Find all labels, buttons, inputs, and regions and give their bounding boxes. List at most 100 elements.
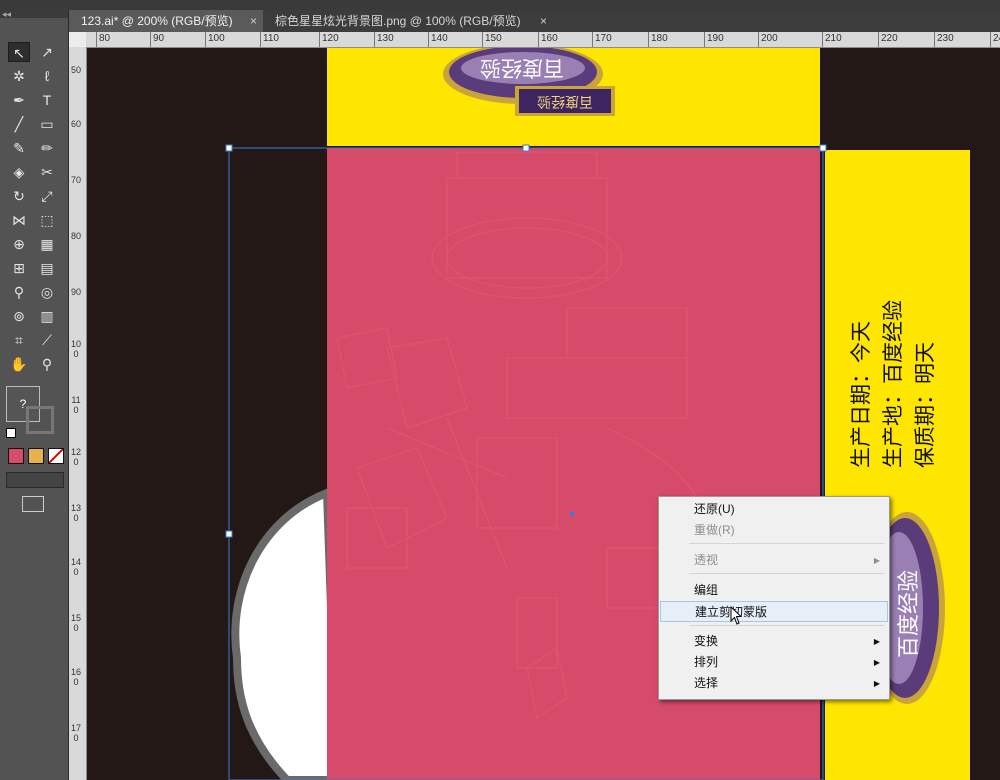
ruler-tick-label: 140 — [428, 32, 448, 47]
tools-panel-collapse[interactable]: ◂◂ — [0, 10, 68, 19]
submenu-arrow-icon: ▶ — [873, 658, 880, 667]
default-colors-icon[interactable] — [6, 428, 16, 438]
menu-item-label: 选择 — [694, 676, 719, 690]
lasso-tool-icon[interactable]: ℓ — [36, 66, 58, 86]
selection-handle — [225, 144, 233, 152]
slice-tool-icon[interactable]: ⟋ — [36, 330, 58, 350]
menu-separator — [689, 543, 884, 544]
ruler-tick-label: 210 — [822, 32, 842, 47]
submenu-arrow-icon: ▶ — [873, 637, 880, 646]
document-tab-bar: 123.ai* @ 200% (RGB/预览) × 棕色星星炫光背景图.png … — [69, 10, 1000, 33]
side-info-line3: 保质期：明天 — [913, 342, 937, 468]
vertical-ruler[interactable]: 50 60 70 80 90 100 110 120 130 140 150 1… — [69, 47, 87, 780]
ruler-tick-label: 120 — [71, 447, 82, 467]
magic-wand-tool-icon[interactable]: ✲ — [8, 66, 30, 86]
zoom-tool-icon[interactable]: ⚲ — [36, 354, 58, 374]
ruler-tick-label: 160 — [538, 32, 558, 47]
menu-item-label: 编组 — [694, 583, 719, 597]
line-tool-icon[interactable]: ╱ — [8, 114, 30, 134]
pen-tool-icon[interactable]: ✒ — [8, 90, 30, 110]
type-tool-icon[interactable]: T — [36, 90, 58, 110]
ruler-tick-label: 170 — [71, 723, 82, 743]
color-mode-icon[interactable] — [8, 448, 24, 464]
gradient-tool-icon[interactable]: ▤ — [36, 258, 58, 278]
ruler-tick-label: 180 — [648, 32, 668, 47]
selection-center-point — [570, 512, 574, 516]
horizontal-ruler[interactable]: 80 90 100 110 120 130 140 150 160 170 18… — [86, 32, 1000, 48]
side-info-line1: 生产日期：今天 — [849, 321, 873, 468]
perspective-grid-tool-icon[interactable]: ▦ — [36, 234, 58, 254]
menu-separator — [689, 573, 884, 574]
scissors-tool-icon[interactable]: ✂ — [36, 162, 58, 182]
pencil-tool-icon[interactable]: ✏ — [36, 138, 58, 158]
tab-brown-star-background[interactable]: 棕色星星炫光背景图.png @ 100% (RGB/预览) × — [263, 10, 553, 32]
side-info-line2: 生产地：百度经验 — [881, 300, 905, 468]
free-transform-tool-icon[interactable]: ⬚ — [36, 210, 58, 230]
rectangle-tool-icon[interactable]: ▭ — [36, 114, 58, 134]
menu-item-label: 变换 — [694, 634, 719, 648]
drawing-modes-icon[interactable] — [6, 472, 64, 488]
screen-mode-icon[interactable] — [22, 496, 44, 512]
menu-separator — [689, 625, 884, 626]
hand-tool-icon[interactable]: ✋ — [8, 354, 30, 374]
ruler-tick-label: 130 — [374, 32, 394, 47]
tools-panel: ◂◂ ↖ ↗ ✲ ℓ ✒ T ╱ ▭ ✎ ✏ ◈ ✂ ↻ ⤢ ⋈ ⬚ ⊕ ▦ ⊞… — [0, 10, 69, 780]
selection-tool-icon[interactable]: ↖ — [8, 42, 30, 62]
ruler-tick-label: 220 — [878, 32, 898, 47]
ruler-tick-label: 90 — [150, 32, 164, 47]
ruler-tick-label: 150 — [482, 32, 502, 47]
eraser-tool-icon[interactable]: ◈ — [8, 162, 30, 182]
menu-item-label: 重做(R) — [694, 523, 735, 537]
symbol-sprayer-tool-icon[interactable]: ⊚ — [8, 306, 30, 326]
top-ribbon-text: 百度经验 — [537, 93, 593, 109]
menu-item-transform[interactable]: 变换 ▶ — [660, 631, 888, 652]
menu-item-undo[interactable]: 还原(U) — [660, 499, 888, 520]
shape-builder-tool-icon[interactable]: ⊕ — [8, 234, 30, 254]
ruler-tick-label: 230 — [934, 32, 954, 47]
selection-handle — [819, 144, 827, 152]
ruler-tick-label: 190 — [704, 32, 724, 47]
direct-selection-tool-icon[interactable]: ↗ — [36, 42, 58, 62]
ruler-tick-label: 100 — [71, 339, 82, 359]
eyedropper-tool-icon[interactable]: ⚲ — [8, 282, 30, 302]
blend-tool-icon[interactable]: ◎ — [36, 282, 58, 302]
menu-item-group[interactable]: 编组 — [660, 580, 888, 601]
artboard-tool-icon[interactable]: ⌗ — [8, 330, 30, 350]
none-mode-icon[interactable] — [48, 448, 64, 464]
ruler-tick-label: 80 — [71, 231, 82, 241]
menu-item-label: 还原(U) — [694, 502, 735, 516]
ruler-tick-label: 70 — [71, 175, 82, 185]
ruler-tick-label: 170 — [592, 32, 612, 47]
tab-label: 123.ai* @ 200% (RGB/预览) — [81, 14, 233, 28]
ruler-origin[interactable] — [69, 32, 87, 48]
side-badge-text: 百度经验 — [897, 569, 922, 658]
width-tool-icon[interactable]: ⋈ — [8, 210, 30, 230]
close-icon[interactable]: × — [250, 10, 257, 32]
gradient-mode-icon[interactable] — [28, 448, 44, 464]
ruler-tick-label: 80 — [96, 32, 110, 47]
menu-item-perspective: 透视 ▶ — [660, 550, 888, 571]
mesh-tool-icon[interactable]: ⊞ — [8, 258, 30, 278]
column-graph-tool-icon[interactable]: ▥ — [36, 306, 58, 326]
mouse-cursor-icon — [730, 606, 743, 625]
rotate-tool-icon[interactable]: ↻ — [8, 186, 30, 206]
ruler-tick-label: 110 — [260, 32, 279, 47]
tab-123-ai[interactable]: 123.ai* @ 200% (RGB/预览) × — [69, 10, 263, 32]
menu-item-label: 排列 — [694, 655, 719, 669]
context-menu: 还原(U) 重做(R) 透视 ▶ 编组 建立剪切蒙版 变换 ▶ 排列 ▶ 选择 ▶ — [658, 496, 890, 700]
ruler-tick-label: 140 — [71, 557, 82, 577]
ruler-tick-label: 110 — [71, 395, 81, 415]
menu-item-make-clipping-mask[interactable]: 建立剪切蒙版 — [660, 601, 888, 622]
scale-tool-icon[interactable]: ⤢ — [36, 186, 58, 206]
ruler-tick-label: 150 — [71, 613, 82, 633]
top-badge-text: 百度经验 — [480, 56, 564, 80]
ruler-tick-label: 200 — [758, 32, 778, 47]
ruler-tick-label: 130 — [71, 503, 82, 523]
menu-item-redo: 重做(R) — [660, 520, 888, 541]
ruler-tick-label: 90 — [71, 287, 82, 297]
paintbrush-tool-icon[interactable]: ✎ — [8, 138, 30, 158]
close-icon[interactable]: × — [540, 10, 547, 32]
stroke-swatch[interactable] — [26, 406, 54, 434]
menu-item-arrange[interactable]: 排列 ▶ — [660, 652, 888, 673]
menu-item-select[interactable]: 选择 ▶ — [660, 673, 888, 694]
